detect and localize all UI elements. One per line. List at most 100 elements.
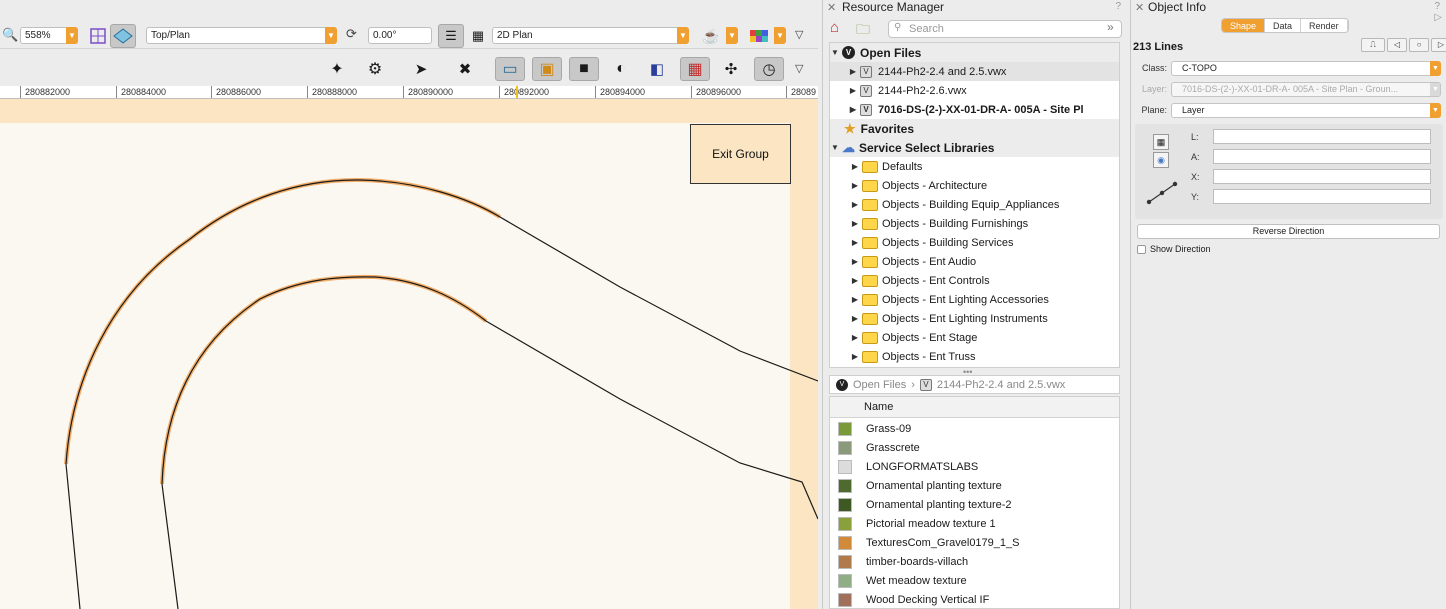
snap-intersection-button[interactable]: ◐ bbox=[608, 57, 634, 81]
close-icon[interactable]: ✕ bbox=[827, 1, 836, 14]
layers-button[interactable]: ☰ bbox=[438, 24, 464, 48]
sheet-button[interactable]: ▦ bbox=[465, 24, 491, 48]
class-color-button[interactable] bbox=[746, 24, 772, 48]
breadcrumb-file[interactable]: 2144-Ph2-2.4 and 2.5.vwx bbox=[937, 379, 1065, 391]
y-field[interactable] bbox=[1213, 189, 1431, 204]
view-combo[interactable]: Top/Plan ▼ bbox=[146, 27, 337, 44]
center-button[interactable]: ○ bbox=[1409, 38, 1429, 52]
projection-dropdown[interactable]: ▼ bbox=[726, 27, 738, 44]
breadcrumb-root[interactable]: Open Files bbox=[853, 379, 906, 391]
class-select[interactable]: C-TOPO ▼ bbox=[1171, 61, 1441, 76]
x-field[interactable] bbox=[1213, 169, 1431, 184]
rotation-field[interactable]: 0.00° bbox=[368, 27, 432, 44]
chevron-down-icon: ▼ bbox=[1430, 61, 1441, 76]
center-point-button[interactable]: ◉ bbox=[1153, 152, 1169, 168]
inner-contour-line[interactable] bbox=[161, 276, 818, 520]
outer-contour-line-left[interactable] bbox=[65, 463, 81, 609]
folder-item[interactable]: ▶ Objects - Ent Lighting Accessories bbox=[830, 290, 1119, 309]
resource-name: Wet meadow texture bbox=[866, 574, 967, 587]
render-mode-combo[interactable]: 2D Plan ▼ bbox=[492, 27, 689, 44]
resource-item[interactable]: Grass-09 bbox=[830, 419, 1119, 438]
tab-data[interactable]: Data bbox=[1265, 19, 1302, 32]
resource-item[interactable]: timber-boards-villach bbox=[830, 552, 1119, 571]
snap-angle-button[interactable]: ■ bbox=[569, 57, 599, 81]
bounding-box-button[interactable]: ▦ bbox=[1153, 134, 1169, 150]
checkbox-icon bbox=[1137, 244, 1146, 254]
edit-tools-button[interactable]: ✖ bbox=[452, 57, 478, 81]
layer-options-button[interactable] bbox=[85, 24, 111, 48]
folder-item[interactable]: ▶ Objects - Ent Stage bbox=[830, 328, 1119, 347]
folder-item[interactable]: ▶ Objects - Ent Audio bbox=[830, 252, 1119, 271]
smart-cursor-button[interactable]: ➤ bbox=[408, 57, 434, 81]
home-button[interactable]: ⌂ bbox=[830, 19, 850, 39]
resource-item[interactable]: Ornamental planting texture bbox=[830, 476, 1119, 495]
open-files-header[interactable]: ▼ V Open Files bbox=[830, 43, 1119, 62]
zoom-icon[interactable]: 🔍 bbox=[2, 27, 18, 43]
folder-item[interactable]: ▶ Objects - Ent Controls bbox=[830, 271, 1119, 290]
toolbar-overflow-icon[interactable]: ▽ bbox=[795, 28, 803, 41]
snap-distance-button[interactable]: ◧ bbox=[644, 57, 670, 81]
resource-item[interactable]: TexturesCom_Gravel0179_1_S bbox=[830, 533, 1119, 552]
layers-icon: ☰ bbox=[445, 28, 457, 43]
snap-loci-button[interactable]: ◷ bbox=[754, 57, 784, 81]
resource-item[interactable]: Grasscrete bbox=[830, 438, 1119, 457]
length-field[interactable] bbox=[1213, 129, 1431, 144]
tab-shape[interactable]: Shape bbox=[1222, 19, 1266, 32]
inner-curve-highlight bbox=[160, 274, 488, 485]
plane-select[interactable]: Layer ▼ bbox=[1171, 103, 1441, 118]
settings-button[interactable]: ⚙ bbox=[362, 57, 388, 81]
palette-menu-icon[interactable]: ▷ bbox=[1434, 12, 1442, 23]
snap-object-button[interactable]: ▣ bbox=[532, 57, 562, 81]
next-button[interactable]: ▷ bbox=[1431, 38, 1446, 52]
palette-title: Object Info bbox=[1148, 0, 1207, 14]
expand-icon[interactable]: » bbox=[1107, 20, 1114, 34]
texture-thumbnail-icon bbox=[838, 421, 852, 436]
folder-name: Objects - Building Furnishings bbox=[882, 217, 1029, 230]
folder-item[interactable]: ▶ Objects - Ent Lighting Instruments bbox=[830, 309, 1119, 328]
outer-contour-line[interactable] bbox=[65, 179, 818, 465]
libraries-header[interactable]: ▼ ☁ Service Select Libraries bbox=[830, 138, 1119, 157]
angle-field[interactable] bbox=[1213, 149, 1431, 164]
resource-item[interactable]: Wet meadow texture bbox=[830, 571, 1119, 590]
resource-item[interactable]: Wood Decking Vertical IF bbox=[830, 590, 1119, 608]
texture-thumbnail-icon bbox=[838, 440, 852, 455]
rotate-plan-icon[interactable]: ⟳ bbox=[346, 26, 357, 42]
color-dropdown[interactable]: ▼ bbox=[774, 27, 786, 44]
folder-item[interactable]: ▶ Objects - Building Services bbox=[830, 233, 1119, 252]
folder-item[interactable]: ▶ Objects - Building Equip_Appliances bbox=[830, 195, 1119, 214]
snap-overflow-icon[interactable]: ▽ bbox=[795, 62, 803, 75]
file-item[interactable]: ▶ V 2144-Ph2-2.6.vwx bbox=[830, 81, 1119, 100]
file-icon: V bbox=[860, 103, 872, 116]
snap-tangent-button[interactable]: ✣ bbox=[718, 57, 744, 81]
render-mode-value: 2D Plan bbox=[497, 30, 533, 41]
projection-button[interactable]: ☕ bbox=[698, 24, 724, 48]
close-icon[interactable]: ✕ bbox=[1135, 1, 1144, 14]
zoom-combo[interactable]: 558% ▼ bbox=[20, 27, 78, 44]
folder-item[interactable]: ▶ Defaults bbox=[830, 157, 1119, 176]
snap-grid-button[interactable]: ▭ bbox=[495, 57, 525, 81]
search-input[interactable]: ⚲ Search bbox=[888, 20, 1122, 38]
file-item[interactable]: ▶ V 7016-DS-(2-)-XX-01-DR-A- 005A - Site… bbox=[830, 100, 1119, 119]
link-button[interactable]: ⎍ bbox=[1361, 38, 1385, 52]
tab-render[interactable]: Render bbox=[1301, 19, 1348, 32]
help-icon[interactable]: ? bbox=[1115, 1, 1121, 12]
help-icon[interactable]: ? bbox=[1434, 1, 1440, 12]
working-plane-button[interactable] bbox=[110, 24, 136, 48]
previous-button[interactable]: ◁ bbox=[1387, 38, 1407, 52]
resource-item[interactable]: Pictorial meadow texture 1 bbox=[830, 514, 1119, 533]
snap-edge-button[interactable]: ▦ bbox=[680, 57, 710, 81]
show-direction-checkbox[interactable]: Show Direction bbox=[1137, 244, 1211, 254]
folder-item[interactable]: ▶ Objects - Ent Truss bbox=[830, 347, 1119, 366]
inner-contour-line-left[interactable] bbox=[161, 483, 179, 609]
resource-item[interactable]: LONGFORMATSLABS bbox=[830, 457, 1119, 476]
file-item[interactable]: ▶ V 2144-Ph2-2.4 and 2.5.vwx bbox=[830, 62, 1119, 81]
folder-item[interactable]: ▶ Objects - Architecture bbox=[830, 176, 1119, 195]
exit-group-button[interactable]: Exit Group bbox=[690, 124, 791, 184]
name-column-header[interactable]: Name bbox=[830, 397, 1119, 418]
folder-item[interactable]: ▶ Objects - Building Furnishings bbox=[830, 214, 1119, 233]
favorites-header[interactable]: ★ Favorites bbox=[830, 119, 1119, 138]
snap-tool-button[interactable]: ✦ bbox=[324, 57, 350, 81]
reverse-direction-button[interactable]: Reverse Direction bbox=[1137, 224, 1440, 239]
resource-item[interactable]: Ornamental planting texture-2 bbox=[830, 495, 1119, 514]
new-folder-button[interactable]: 🗀 bbox=[856, 19, 876, 39]
